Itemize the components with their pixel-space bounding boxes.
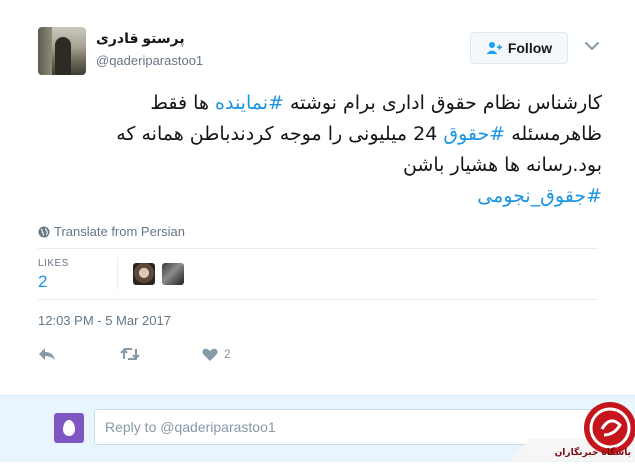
author-avatar[interactable] [38, 27, 86, 75]
tweet-text-fragment: ظاهرمسئله [505, 123, 602, 145]
divider [38, 299, 598, 300]
reply-button[interactable] [38, 344, 56, 364]
tweet-line-3: بود.رسانه ها هشیار باشن [402, 154, 602, 176]
hashtag-link[interactable]: #جقوق_نجومی [477, 185, 602, 207]
author-name[interactable]: پرستو قادری [96, 30, 186, 47]
heart-icon [202, 348, 218, 361]
chevron-down-icon[interactable] [584, 38, 600, 54]
like-count: 2 [224, 347, 231, 361]
tweet-timestamp[interactable]: 12:03 PM - 5 Mar 2017 [38, 313, 171, 328]
tweet-text: کارشناس نظام حقوق اداری برام نوشته #نمای… [30, 88, 602, 212]
likes-label: LIKES [38, 258, 69, 269]
author-handle[interactable]: @qaderiparastoo1 [96, 53, 203, 68]
add-user-icon [486, 40, 502, 56]
avatar-figure [55, 37, 71, 75]
avatar-tree [38, 27, 52, 75]
tweet-text-fragment: ها فقط [150, 92, 216, 114]
egg-icon [63, 420, 75, 436]
like-button[interactable]: 2 [202, 344, 231, 364]
tweet-line-1: کارشناس نظام حقوق اداری برام نوشته #نمای… [30, 88, 602, 119]
likes-count[interactable]: 2 [38, 272, 47, 292]
translate-link[interactable]: Translate from Persian [38, 224, 185, 239]
reply-icon [39, 348, 55, 360]
tweet-card: پرستو قادری @qaderiparastoo1 Follow کارش… [0, 0, 635, 395]
globe-icon [38, 226, 50, 237]
liker-avatar[interactable] [162, 263, 184, 285]
translate-label: Translate from Persian [54, 224, 186, 239]
tweet-line-4: #جقوق_نجومی [30, 181, 602, 212]
tweet-text-fragment: کارشناس نظام حقوق اداری برام نوشته [283, 92, 602, 114]
retweet-icon [120, 347, 140, 361]
follow-label: Follow [507, 40, 553, 56]
tweet-line-2: ظاهرمسئله #حقوق 24 میلیونی را موجه کردند… [30, 119, 602, 150]
watermark-logo: باشگاه خبرنگاران [510, 395, 635, 461]
tweet-text-fragment: 24 میلیونی را موجه کردندباطن همانه که [116, 123, 444, 145]
divider [38, 248, 598, 249]
hashtag-link[interactable]: #نماینده [215, 92, 284, 114]
watermark-text: باشگاه خبرنگاران [554, 448, 631, 458]
follow-button[interactable]: Follow [470, 32, 568, 64]
tweet-actions: 2 [38, 344, 338, 364]
retweet-button[interactable] [120, 344, 140, 364]
hashtag-link[interactable]: #حقوق [443, 123, 505, 145]
stats-separator [117, 258, 118, 290]
liker-avatar[interactable] [133, 263, 155, 285]
user-avatar [54, 413, 84, 443]
